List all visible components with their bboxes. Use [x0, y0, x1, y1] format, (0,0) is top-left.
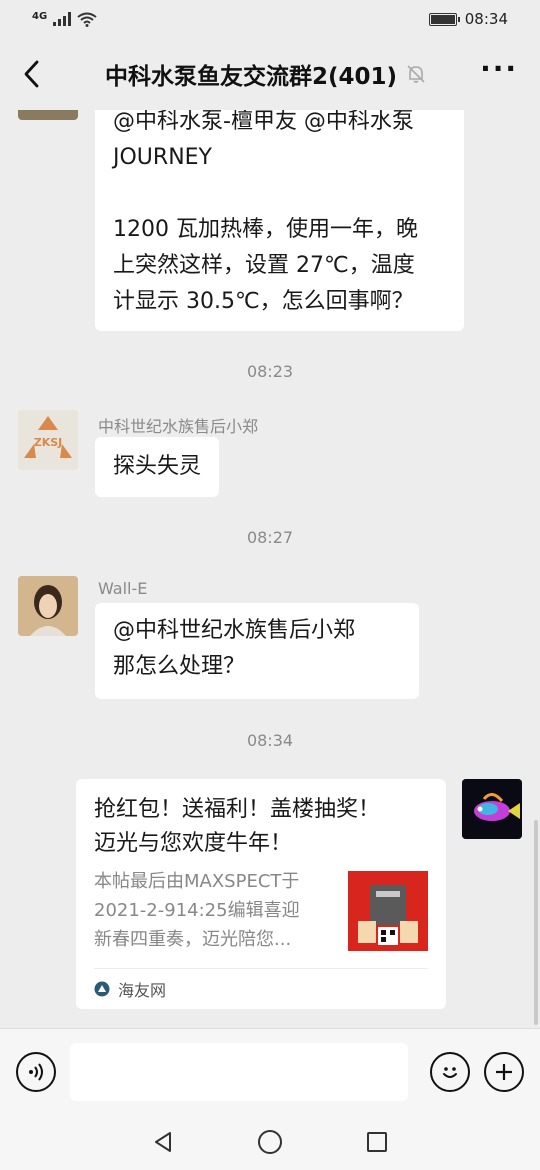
message-line: @中科水泵-檀甲友 @中科水泵	[113, 110, 414, 134]
message-line: JOURNEY	[113, 145, 212, 170]
zksj-logo-icon: ZKSJ	[24, 416, 72, 458]
card-description: 本帖最后由MAXSPECT于 2021-2-914:25编辑喜迎 新春四重奏，迈…	[94, 867, 334, 954]
signal-icon	[53, 12, 72, 26]
plus-button[interactable]	[484, 1051, 524, 1092]
wifi-icon	[77, 12, 97, 27]
chat-area[interactable]: @中科水泵-檀甲友 @中科水泵 JOURNEY 1200 瓦加热棒，使用一年，晚…	[0, 110, 540, 1028]
input-bar	[0, 1028, 540, 1114]
card-source-name: 海友网	[118, 980, 167, 1000]
back-button[interactable]	[22, 54, 52, 94]
avatar-text: ZKSJ	[34, 436, 63, 449]
card-source: 海友网	[94, 968, 428, 1008]
plus-icon	[496, 1063, 512, 1080]
avatar[interactable]	[18, 576, 78, 636]
my-avatar[interactable]	[462, 779, 522, 839]
network-label: 4G	[32, 10, 48, 22]
sender-name: Wall-E	[98, 579, 148, 598]
system-navigation	[0, 1114, 540, 1170]
message-line: 上突然这样，设置 27℃，温度	[113, 253, 415, 278]
timestamp: 08:23	[246, 362, 294, 381]
chat-header: 中科水泵鱼友交流群2(401) ···	[0, 38, 540, 110]
circle-home-icon[interactable]	[257, 1129, 283, 1155]
battery-icon	[428, 12, 460, 26]
source-logo-icon	[94, 981, 110, 996]
card-thumbnail	[348, 871, 428, 951]
status-right: 08:34	[428, 10, 508, 28]
scrollbar[interactable]	[534, 820, 538, 1025]
message-bubble[interactable]: @中科世纪水族售后小郑 那怎么处理？	[95, 603, 419, 699]
chevron-left-icon	[24, 60, 39, 88]
message-line: 那怎么处理？	[113, 654, 246, 679]
message-line	[113, 176, 446, 212]
bell-off-icon	[407, 65, 425, 83]
clock: 08:34	[464, 10, 508, 28]
message-line: @中科世纪水族售后小郑	[113, 618, 356, 643]
sender-name: 中科世纪水族售后小郑	[98, 417, 259, 436]
emoji-button[interactable]	[430, 1051, 470, 1092]
message-input[interactable]	[70, 1042, 408, 1101]
emoji-icon	[443, 1066, 457, 1078]
status-left: 4G	[32, 10, 97, 27]
message-line: 1200 瓦加热棒，使用一年，晚	[113, 217, 418, 242]
message-bubble[interactable]: @中科水泵-檀甲友 @中科水泵 JOURNEY 1200 瓦加热棒，使用一年，晚…	[95, 110, 464, 331]
message-bubble[interactable]: 探头失灵	[95, 437, 220, 497]
message-text: 探头失灵	[113, 454, 202, 479]
chat-title-wrap: 中科水泵鱼友交流群2(401)	[105, 57, 427, 91]
voice-button[interactable]	[16, 1051, 56, 1092]
avatar[interactable]: ZKSJ	[18, 410, 78, 470]
chat-title: 中科水泵鱼友交流群2(401)	[105, 64, 398, 90]
message-line: 计显示 30.5℃，怎么回事啊？	[113, 289, 414, 314]
card-desc-line: 新春四重奏，迈光陪您...	[94, 929, 292, 950]
status-bar: 4G 08:34	[0, 0, 540, 38]
person-avatar-icon	[18, 576, 78, 636]
link-card[interactable]: 抢红包！送福利！盖楼抽奖！ 迈光与您欢度牛年！ 本帖最后由MAXSPECT于 2…	[76, 779, 446, 1009]
card-desc-line: 2021-2-914:25编辑喜迎	[94, 900, 300, 921]
timestamp: 08:34	[246, 731, 294, 750]
card-desc-line: 本帖最后由MAXSPECT于	[94, 871, 300, 892]
timestamp: 08:27	[246, 528, 294, 547]
more-button[interactable]: ···	[480, 52, 518, 97]
square-recent-icon[interactable]	[365, 1130, 389, 1154]
card-title: 抢红包！送福利！盖楼抽奖！ 迈光与您欢度牛年！	[94, 793, 428, 861]
avatar[interactable]	[18, 110, 78, 120]
fish-avatar-icon	[462, 779, 522, 839]
card-body: 本帖最后由MAXSPECT于 2021-2-914:25编辑喜迎 新春四重奏，迈…	[94, 867, 428, 954]
triangle-back-icon[interactable]	[151, 1130, 175, 1154]
card-title-line: 迈光与您欢度牛年！	[94, 831, 293, 856]
voice-icon	[29, 1062, 43, 1081]
more-dots-icon: ···	[480, 51, 518, 85]
card-title-line: 抢红包！送福利！盖楼抽奖！	[94, 797, 381, 822]
